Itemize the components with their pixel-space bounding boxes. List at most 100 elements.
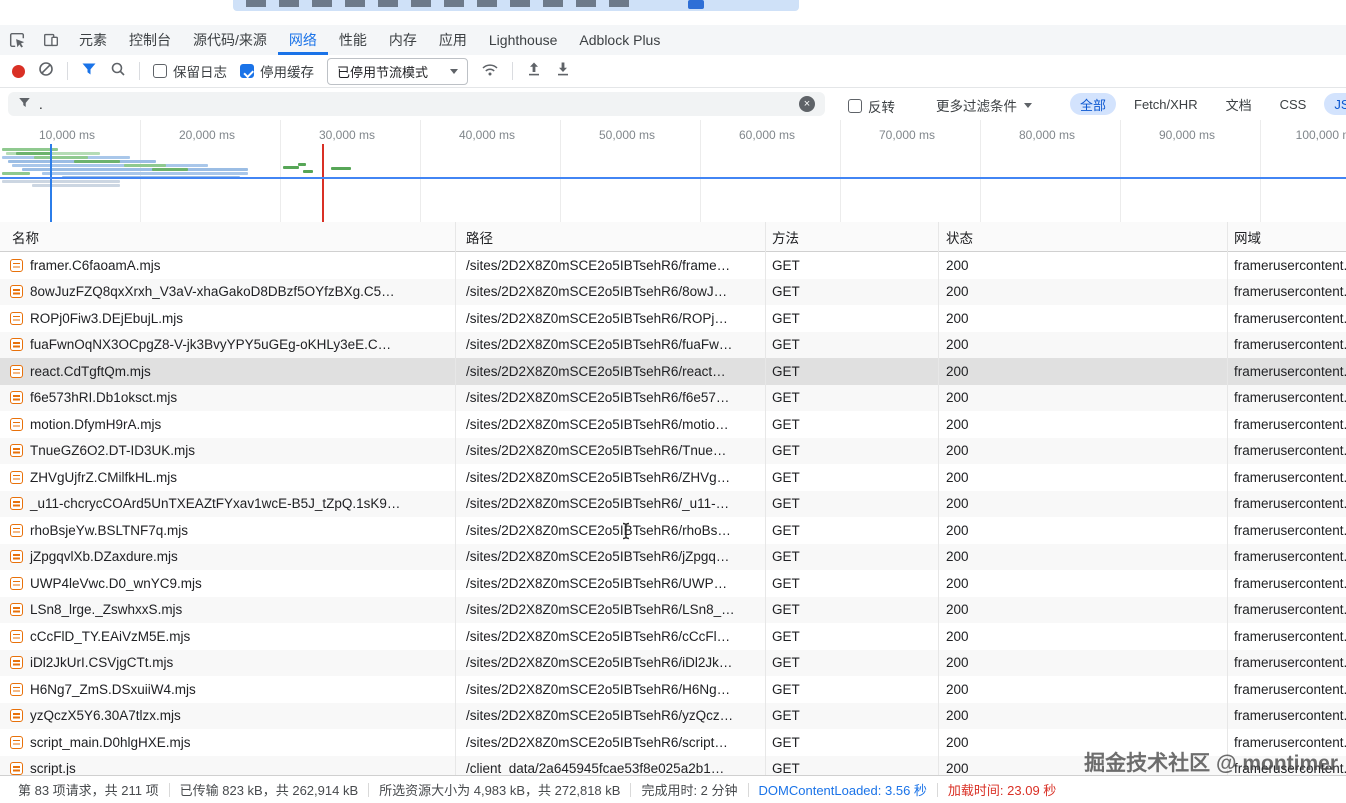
column-header-name[interactable]: 名称: [0, 227, 455, 247]
invert-checkbox[interactable]: 反转: [848, 96, 895, 116]
request-row[interactable]: LSn8_lrge._ZswhxxS.mjs /sites/2D2X8Z0mSC…: [0, 597, 1346, 624]
waterfall-bar: [12, 164, 208, 167]
record-button[interactable]: [12, 65, 25, 78]
request-row[interactable]: _u11-chcrycCOArd5UnTXEAZtFYxav1wcE-B5J_t…: [0, 491, 1346, 518]
script-file-icon: [10, 444, 23, 457]
request-method: GET: [772, 682, 800, 697]
column-divider[interactable]: [938, 222, 939, 775]
column-divider[interactable]: [455, 222, 456, 775]
devtools-tab[interactable]: 网络: [278, 25, 328, 55]
request-path-cell: /sites/2D2X8Z0mSCE2o5IBTsehR6/ZHVg…: [455, 464, 765, 491]
request-status-cell: 200: [938, 650, 1227, 677]
request-path: /sites/2D2X8Z0mSCE2o5IBTsehR6/8owJ…: [466, 284, 727, 299]
request-path-cell: /sites/2D2X8Z0mSCE2o5IBTsehR6/LSn8_…: [455, 597, 765, 624]
network-conditions-icon[interactable]: [481, 61, 499, 82]
request-name: _u11-chcrycCOArd5UnTXEAZtFYxav1wcE-B5J_t…: [30, 496, 400, 511]
request-name: react.CdTgftQm.mjs: [30, 364, 151, 379]
filter-pill[interactable]: 全部: [1070, 93, 1116, 115]
request-row[interactable]: ZHVgUjfrZ.CMilfkHL.mjs /sites/2D2X8Z0mSC…: [0, 464, 1346, 491]
ruler-label: 100,000 ms: [1282, 128, 1346, 142]
request-path-cell: /sites/2D2X8Z0mSCE2o5IBTsehR6/react…: [455, 358, 765, 385]
request-row[interactable]: yzQczX5Y6.30A7tlzx.mjs /sites/2D2X8Z0mSC…: [0, 703, 1346, 730]
ruler-label: 60,000 ms: [722, 128, 812, 142]
request-row[interactable]: UWP4leVwc.D0_wnYC9.mjs /sites/2D2X8Z0mSC…: [0, 570, 1346, 597]
preserve-log-label: 保留日志: [173, 61, 227, 81]
disable-cache-checkbox[interactable]: 停用缓存: [240, 61, 314, 81]
filter-pill[interactable]: JS: [1324, 93, 1346, 115]
devtools-tab[interactable]: 源代码/来源: [182, 25, 278, 55]
preserve-log-checkbox[interactable]: 保留日志: [153, 61, 227, 81]
more-filters-dropdown[interactable]: 更多过滤条件: [936, 95, 1032, 115]
column-header-method[interactable]: 方法: [765, 227, 938, 247]
request-row[interactable]: react.CdTgftQm.mjs /sites/2D2X8Z0mSCE2o5…: [0, 358, 1346, 385]
clipped-text-fragment: [246, 0, 642, 7]
column-header-path[interactable]: 路径: [455, 227, 765, 247]
request-row[interactable]: jZpgqvlXb.DZaxdure.mjs /sites/2D2X8Z0mSC…: [0, 544, 1346, 571]
clear-button[interactable]: [38, 61, 54, 82]
request-path: /sites/2D2X8Z0mSCE2o5IBTsehR6/ZHVg…: [466, 470, 730, 485]
request-path-cell: /sites/2D2X8Z0mSCE2o5IBTsehR6/UWP…: [455, 570, 765, 597]
request-path: /sites/2D2X8Z0mSCE2o5IBTsehR6/iDl2Jk…: [466, 655, 732, 670]
request-path: /sites/2D2X8Z0mSCE2o5IBTsehR6/motio…: [466, 417, 729, 432]
request-row[interactable]: f6e573hRI.Db1oksct.mjs /sites/2D2X8Z0mSC…: [0, 385, 1346, 412]
request-row[interactable]: TnueGZ6O2.DT-ID3UK.mjs /sites/2D2X8Z0mSC…: [0, 438, 1346, 465]
devtools-tab[interactable]: 应用: [428, 25, 478, 55]
search-icon[interactable]: [110, 61, 126, 82]
request-status-cell: 200: [938, 332, 1227, 359]
request-path-cell: /sites/2D2X8Z0mSCE2o5IBTsehR6/frame…: [455, 252, 765, 279]
script-file-icon: [10, 338, 23, 351]
network-filterbar: . × 反转 更多过滤条件 全部Fetch/XHR文档CSSJS字体: [0, 88, 1346, 121]
request-domain: framerusercontent.com: [1234, 682, 1346, 697]
clear-filter-icon[interactable]: ×: [799, 96, 815, 112]
column-header-status[interactable]: 状态: [938, 227, 1227, 247]
blue-chip-fragment: [688, 0, 704, 9]
request-row[interactable]: fuaFwnOqNX3OCpgZ8-V-jk3BvyYPY5uGEg-oKHLy…: [0, 332, 1346, 359]
column-header-domain[interactable]: 网域: [1227, 227, 1346, 247]
devtools-tab[interactable]: Adblock Plus: [568, 25, 671, 55]
request-path-cell: /sites/2D2X8Z0mSCE2o5IBTsehR6/f6e57…: [455, 385, 765, 412]
ruler-label: 30,000 ms: [302, 128, 392, 142]
request-name-cell: script_main.D0hlgHXE.mjs: [0, 729, 455, 756]
filter-pill[interactable]: Fetch/XHR: [1124, 93, 1208, 115]
export-har-icon[interactable]: [555, 61, 571, 82]
request-row[interactable]: H6Ng7_ZmS.DSxuiiW4.mjs /sites/2D2X8Z0mSC…: [0, 676, 1346, 703]
request-domain-cell: framerusercontent.com: [1227, 570, 1346, 597]
request-row[interactable]: framer.C6faoamA.mjs /sites/2D2X8Z0mSCE2o…: [0, 252, 1346, 279]
filter-pill[interactable]: CSS: [1270, 93, 1317, 115]
devtools-tab[interactable]: 元素: [68, 25, 118, 55]
devtools-tab[interactable]: Lighthouse: [478, 25, 569, 55]
request-row[interactable]: rhoBsjeYw.BSLTNF7q.mjs /sites/2D2X8Z0mSC…: [0, 517, 1346, 544]
request-row[interactable]: ROPj0Fiw3.DEjEbujL.mjs /sites/2D2X8Z0mSC…: [0, 305, 1346, 332]
filter-toggle-icon[interactable]: [81, 61, 97, 82]
request-name: script_main.D0hlgHXE.mjs: [30, 735, 191, 750]
inspect-icon[interactable]: [0, 25, 34, 55]
request-domain-cell: framerusercontent.com: [1227, 623, 1346, 650]
request-row[interactable]: 8owJuzFZQ8qxXrxh_V3aV-xhaGakoD8DBzf5OYfz…: [0, 279, 1346, 306]
table-header: 名称 路径 方法 状态 网域: [0, 222, 1346, 252]
network-overview[interactable]: 10,000 ms20,000 ms30,000 ms40,000 ms50,0…: [0, 120, 1346, 223]
column-divider[interactable]: [765, 222, 766, 775]
request-name-cell: ZHVgUjfrZ.CMilfkHL.mjs: [0, 464, 455, 491]
devtools-tab[interactable]: 性能: [328, 25, 378, 55]
script-file-icon: [10, 524, 23, 537]
devtools-tab[interactable]: 内存: [378, 25, 428, 55]
status-item: 所选资源大小为 4,983 kB，共 272,818 kB: [369, 780, 630, 799]
request-method-cell: GET: [765, 332, 938, 359]
import-har-icon[interactable]: [526, 61, 542, 82]
request-row[interactable]: motion.DfymH9rA.mjs /sites/2D2X8Z0mSCE2o…: [0, 411, 1346, 438]
device-toolbar-icon[interactable]: [34, 25, 68, 55]
disable-cache-label: 停用缓存: [260, 61, 314, 81]
domcontentloaded-line: [50, 144, 52, 222]
filter-input[interactable]: . ×: [8, 92, 825, 116]
request-path: /sites/2D2X8Z0mSCE2o5IBTsehR6/cCcFl…: [466, 629, 730, 644]
network-toolbar: 保留日志 停用缓存 已停用节流模式: [0, 55, 1346, 88]
request-row[interactable]: cCcFlD_TY.EAiVzM5E.mjs /sites/2D2X8Z0mSC…: [0, 623, 1346, 650]
column-divider[interactable]: [1227, 222, 1228, 775]
filter-pill[interactable]: 文档: [1216, 93, 1262, 115]
request-method-cell: GET: [765, 729, 938, 756]
request-domain: framerusercontent.com: [1234, 708, 1346, 723]
throttling-select[interactable]: 已停用节流模式: [327, 58, 468, 85]
request-row[interactable]: iDl2JkUrI.CSVjgCTt.mjs /sites/2D2X8Z0mSC…: [0, 650, 1346, 677]
checkbox-unchecked: [848, 99, 862, 113]
devtools-tab[interactable]: 控制台: [118, 25, 182, 55]
